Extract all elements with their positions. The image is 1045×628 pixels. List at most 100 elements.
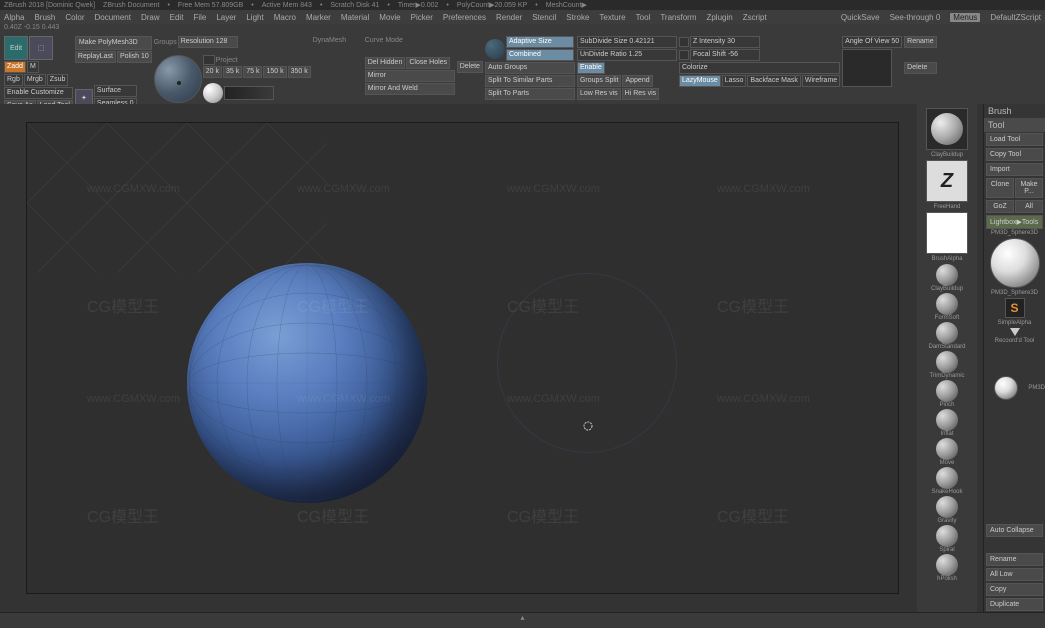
draw-mode-button[interactable]: ⬚ — [29, 36, 53, 60]
subdiv-20k[interactable]: 20 k — [203, 66, 222, 78]
append-button[interactable]: Append — [622, 75, 652, 87]
menu-macro[interactable]: Macro — [274, 13, 296, 22]
brush-item[interactable]: Spiral — [936, 525, 958, 553]
import-side[interactable]: Import — [986, 163, 1043, 176]
menu-transform[interactable]: Transform — [660, 13, 696, 22]
brush-item[interactable]: hPolish — [936, 554, 958, 582]
mirror-weld-button[interactable]: Mirror And Weld — [365, 83, 455, 95]
simple-alpha-icon[interactable]: S — [1005, 298, 1025, 318]
alpha-thumb[interactable] — [926, 212, 968, 254]
brush-item[interactable]: FormSoft — [935, 293, 960, 321]
brush-item[interactable]: SnakeHook — [931, 467, 962, 495]
sphere-mesh[interactable] — [187, 263, 427, 503]
combined-button[interactable]: Combined — [506, 49, 574, 61]
menu-material[interactable]: Material — [341, 13, 369, 22]
mirror-button[interactable]: Mirror — [365, 70, 455, 82]
rgb-button[interactable]: Rgb — [4, 74, 23, 86]
wireframe-button[interactable]: Wireframe — [802, 75, 840, 87]
load-tool-side[interactable]: Load Tool — [986, 133, 1043, 146]
current-brush-thumb[interactable] — [926, 108, 968, 150]
camera-preview[interactable] — [842, 49, 892, 87]
subdiv-350k[interactable]: 350 k — [288, 66, 311, 78]
all-button[interactable]: All — [1015, 200, 1043, 213]
zadd-button[interactable]: Zadd — [4, 61, 26, 73]
menu-stroke[interactable]: Stroke — [566, 13, 589, 22]
material-preview[interactable] — [154, 55, 202, 103]
subdiv-35k[interactable]: 35 k — [223, 66, 242, 78]
menu-render[interactable]: Render — [496, 13, 522, 22]
replay-last-button[interactable]: ReplayLast — [75, 51, 116, 63]
brush-item[interactable]: DamStandard — [928, 322, 965, 350]
menu-texture[interactable]: Texture — [599, 13, 625, 22]
make-p-button[interactable]: Make P... — [1015, 178, 1043, 198]
undivide-ratio-slider[interactable]: UnDivide Ratio 1.25 — [577, 49, 677, 61]
brush-item[interactable]: Gravity — [936, 496, 958, 524]
menus-toggle[interactable]: Menus — [950, 13, 980, 22]
seethrough-slider[interactable]: See-through 0 — [890, 13, 941, 22]
clone-button[interactable]: Clone — [986, 178, 1014, 198]
delete-button[interactable]: Delete — [457, 61, 483, 73]
brush-item[interactable]: ClayBuildup — [931, 264, 963, 292]
enable-customize-button[interactable]: Enable Customize — [4, 87, 73, 99]
draw-size-slider[interactable] — [224, 86, 274, 100]
adaptive-size-button[interactable]: Adaptive Size — [506, 36, 574, 48]
focal-toggle[interactable] — [679, 50, 689, 60]
zintensity-toggle[interactable] — [679, 37, 689, 47]
menu-brush[interactable]: Brush — [34, 13, 55, 22]
subdiv-75k[interactable]: 75 k — [243, 66, 262, 78]
bottom-tray-handle[interactable]: ▴ — [0, 612, 1045, 624]
menu-marker[interactable]: Marker — [306, 13, 331, 22]
make-polymesh-button[interactable]: Make PolyMesh3D — [75, 36, 152, 50]
low-res-button[interactable]: Low Res vis — [577, 88, 621, 100]
menu-light[interactable]: Light — [246, 13, 263, 22]
rename-button[interactable]: Rename — [904, 36, 936, 48]
subtool-thumb[interactable] — [994, 376, 1018, 400]
split-parts-button[interactable]: Split To Parts — [485, 88, 575, 100]
backface-button[interactable]: Backface Mask — [747, 75, 800, 87]
mrgb-button[interactable]: Mrgb — [24, 74, 46, 86]
stroke-thumb[interactable]: Z — [926, 160, 968, 202]
subdivide-size-slider[interactable]: SubDivide Size 0.42121 — [577, 36, 677, 48]
surface-button[interactable]: Surface — [94, 85, 137, 97]
colorize-button[interactable]: Colorize — [679, 62, 840, 74]
lightbox-tools-button[interactable]: Lightbox▶Tools — [986, 215, 1043, 229]
menu-document[interactable]: Document — [95, 13, 131, 22]
m-button[interactable]: M — [27, 61, 39, 73]
brush-item[interactable]: Move — [936, 438, 958, 466]
menu-picker[interactable]: Picker — [411, 13, 433, 22]
tool-header[interactable]: Tool — [984, 118, 1045, 132]
menu-tool[interactable]: Tool — [636, 13, 651, 22]
focal-shift-slider[interactable]: Focal Shift -56 — [690, 49, 760, 61]
del-hidden-button[interactable]: Del Hidden — [365, 57, 406, 69]
left-gutter[interactable] — [0, 104, 8, 612]
brush-header[interactable]: Brush — [984, 104, 1045, 118]
split-similar-button[interactable]: Split To Similar Parts — [485, 75, 575, 87]
goz-button[interactable]: GoZ — [986, 200, 1014, 213]
brush-item[interactable]: Inflat — [936, 409, 958, 437]
resolution-slider[interactable]: Resolution 128 — [178, 36, 238, 48]
rename-side-button[interactable]: Rename — [986, 553, 1043, 566]
subdiv-150k[interactable]: 150 k — [263, 66, 286, 78]
viewport-canvas[interactable]: www.CGMXW.com www.CGMXW.com www.CGMXW.co… — [26, 122, 899, 594]
menu-edit[interactable]: Edit — [170, 13, 184, 22]
enable-button[interactable]: Enable — [577, 62, 605, 74]
menu-movie[interactable]: Movie — [379, 13, 400, 22]
menu-stencil[interactable]: Stencil — [532, 13, 556, 22]
polish-slider[interactable]: Polish 10 — [117, 51, 152, 63]
angle-of-view-slider[interactable]: Angle Of View 50 — [842, 36, 902, 48]
menu-preferences[interactable]: Preferences — [443, 13, 486, 22]
project-checkbox[interactable] — [203, 55, 215, 65]
delete-subtool-button[interactable]: Delete — [904, 62, 936, 74]
menu-zplugin[interactable]: Zplugin — [706, 13, 732, 22]
zsub-button[interactable]: Zsub — [47, 74, 69, 86]
brush-item[interactable]: Pinch — [936, 380, 958, 408]
draw-size-preview[interactable] — [203, 83, 223, 103]
menu-alpha[interactable]: Alpha — [4, 13, 24, 22]
brush-list[interactable]: ClayBuildup FormSoft DamStandard TrimDyn… — [928, 264, 965, 582]
auto-collapse-button[interactable]: Auto Collapse — [986, 524, 1043, 537]
copy-tool-side[interactable]: Copy Tool — [986, 148, 1043, 161]
menu-color[interactable]: Color — [65, 13, 84, 22]
lazymouse-button[interactable]: LazyMouse — [679, 75, 721, 87]
close-holes-button[interactable]: Close Holes — [406, 57, 450, 69]
menu-layer[interactable]: Layer — [216, 13, 236, 22]
